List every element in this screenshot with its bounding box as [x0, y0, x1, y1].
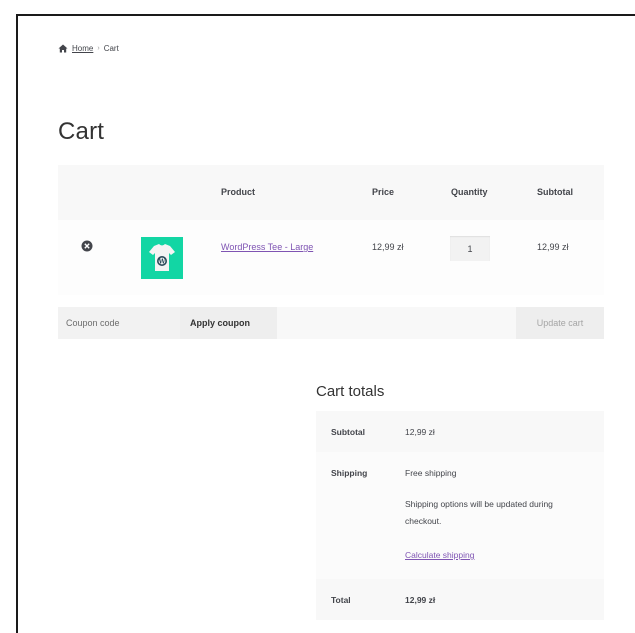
totals-total-row: Total 12,99 zł — [316, 579, 604, 620]
remove-item-icon[interactable] — [81, 240, 93, 252]
totals-subtotal-row: Subtotal 12,99 zł — [316, 411, 604, 452]
breadcrumb: Home › Cart — [58, 44, 119, 53]
cart-totals-title: Cart totals — [316, 383, 385, 400]
home-icon — [58, 44, 68, 53]
quantity-input[interactable] — [450, 236, 490, 261]
table-row: W WordPress Tee - Large 12,99 zł 12,99 z… — [58, 220, 604, 295]
totals-shipping-row: Shipping Free shipping Shipping options … — [316, 452, 604, 579]
header-price: Price — [372, 187, 395, 197]
header-subtotal: Subtotal — [537, 187, 573, 197]
update-cart-button[interactable]: Update cart — [516, 307, 604, 339]
product-price: 12,99 zł — [372, 242, 404, 252]
breadcrumb-home-link[interactable]: Home — [72, 44, 93, 53]
product-name-link[interactable]: WordPress Tee - Large — [221, 242, 313, 252]
cart-totals-table: Subtotal 12,99 zł Shipping Free shipping… — [316, 411, 604, 620]
subtotal-label: Subtotal — [331, 427, 365, 437]
product-thumbnail[interactable]: W — [141, 237, 183, 279]
total-value: 12,99 zł — [405, 595, 436, 605]
total-label: Total — [331, 595, 351, 605]
page-title: Cart — [58, 118, 105, 145]
cart-actions: Apply coupon Update cart — [58, 307, 604, 339]
subtotal-value: 12,99 zł — [405, 427, 435, 437]
header-quantity: Quantity — [451, 187, 488, 197]
breadcrumb-separator: › — [97, 45, 100, 52]
tshirt-icon: W — [149, 244, 175, 271]
breadcrumb-current: Cart — [103, 44, 119, 53]
cart-table-header: Product Price Quantity Subtotal — [58, 165, 604, 220]
shipping-note: Shipping options will be updated during … — [405, 499, 553, 526]
shipping-value: Free shipping — [405, 468, 457, 478]
row-subtotal: 12,99 zł — [537, 242, 569, 252]
coupon-code-input[interactable] — [58, 307, 180, 339]
header-product: Product — [221, 187, 256, 197]
apply-coupon-button[interactable]: Apply coupon — [180, 307, 277, 339]
calculate-shipping-link[interactable]: Calculate shipping — [405, 550, 474, 560]
shipping-label: Shipping — [331, 468, 368, 478]
svg-text:W: W — [158, 259, 166, 266]
